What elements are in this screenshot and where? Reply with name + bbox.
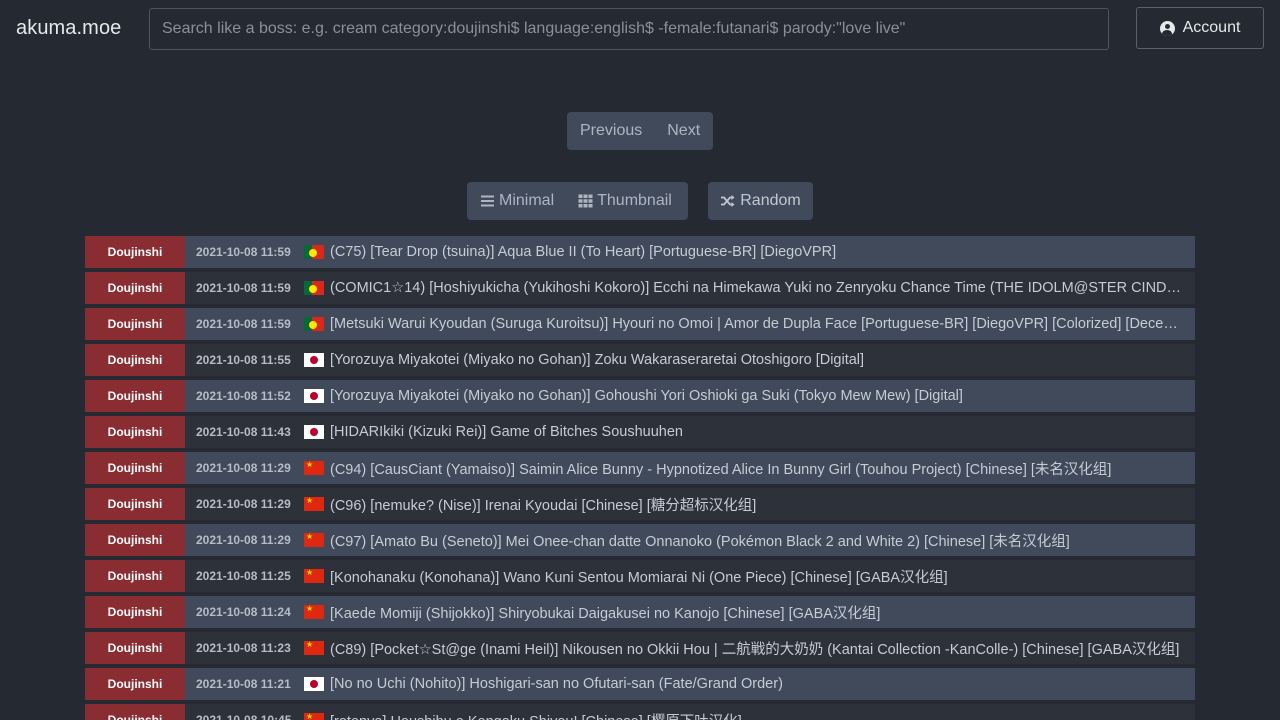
grid-icon [578,194,593,208]
thumbnail-view-label: Thumbnail [597,192,672,209]
portugal-flag-icon [304,281,324,295]
category-badge[interactable]: Doujinshi [85,632,185,664]
gallery-title-link[interactable]: [Yorozuya Miyakotei (Miyako no Gohan)] Z… [330,352,1195,368]
upload-date: 2021-10-08 11:55 [196,353,291,367]
upload-date: 2021-10-08 11:23 [196,641,291,655]
upload-date: 2021-10-08 11:59 [196,317,291,331]
gallery-title-link[interactable]: (C75) [Tear Drop (tsuina)] Aqua Blue II … [330,244,1195,260]
category-badge[interactable]: Doujinshi [85,416,185,448]
category-badge[interactable]: Doujinshi [85,596,185,628]
gallery-row[interactable]: Doujinshi 2021-10-08 11:29 (C94) [CausCian… [85,452,1195,484]
portugal-flag-icon [304,245,324,259]
upload-date: 2021-10-08 10:45 [196,713,292,720]
gallery-title-link[interactable]: [Yorozuya Miyakotei (Miyako no Gohan)] G… [330,388,1195,404]
upload-date: 2021-10-08 11:59 [196,245,291,259]
upload-date: 2021-10-08 11:21 [196,677,291,691]
gallery-row[interactable]: Doujinshi 2021-10-08 11:59 (C75) [Tear Dro… [85,236,1195,268]
category-badge[interactable]: Doujinshi [85,344,185,376]
upload-date: 2021-10-08 11:29 [196,533,291,547]
gallery-row[interactable]: Doujinshi 2021-10-08 11:59 (COMIC1☆14) [Ho… [85,272,1195,304]
gallery-title-link[interactable]: (COMIC1☆14) [Hoshiyukicha (Yukihoshi Kok… [330,280,1195,296]
category-badge[interactable]: Doujinshi [85,452,185,484]
gallery-title-link[interactable]: [HIDARIkiki (Kizuki Rei)] Game of Bitche… [330,424,1195,440]
upload-date: 2021-10-08 11:24 [196,605,291,619]
site-logo[interactable]: akuma.moe [16,17,121,40]
upload-date: 2021-10-08 11:29 [196,461,291,475]
category-badge[interactable]: Doujinshi [85,308,185,340]
china-flag-icon [304,641,324,655]
china-flag-icon [304,713,324,720]
china-flag-icon [304,533,324,547]
gallery-row[interactable]: Doujinshi 2021-10-08 11:52 [Yorozuya Miyak… [85,380,1195,412]
upload-date: 2021-10-08 11:29 [196,497,291,511]
account-button[interactable]: Account [1136,7,1264,49]
pagination: Previous Next [567,112,713,150]
gallery-title-link[interactable]: [Metsuki Warui Kyoudan (Suruga Kuroitsu)… [330,316,1195,332]
gallery-title-link[interactable]: (C96) [nemuke? (Nise)] Irenai Kyoudai [C… [330,494,1195,515]
gallery-title-link[interactable]: [Konohanaku (Konohana)] Wano Kuni Sentou… [330,566,1195,587]
category-badge[interactable]: Doujinshi [85,668,185,700]
upload-date: 2021-10-08 11:59 [196,281,291,295]
previous-button[interactable]: Previous [567,112,655,150]
user-circle-icon [1159,20,1175,36]
gallery-title-link[interactable]: (C97) [Amato Bu (Seneto)] Mei Onee-chan … [330,530,1195,551]
gallery-list: Doujinshi 2021-10-08 11:59 (C75) [Tear Dro… [85,236,1195,720]
china-flag-icon [304,569,324,583]
portugal-flag-icon [304,317,324,331]
thumbnail-view-button[interactable]: Thumbnail [566,182,684,220]
gallery-row[interactable]: Doujinshi 2021-10-08 11:29 (C96) [nemuke? … [85,488,1195,520]
shuffle-icon [721,195,735,207]
japan-flag-icon [304,425,324,439]
minimal-view-label: Minimal [499,192,555,209]
search-input[interactable] [149,8,1109,50]
china-flag-icon [304,461,324,475]
gallery-title-link[interactable]: [rotenya] Houshibu e Kengaku Shiyou! [Ch… [330,710,1195,720]
upload-date: 2021-10-08 11:43 [196,425,291,439]
category-badge[interactable]: Doujinshi [85,704,185,720]
upload-date: 2021-10-08 11:25 [196,569,291,583]
gallery-row[interactable]: Doujinshi 2021-10-08 11:21 [No no Uchi (No… [85,668,1195,700]
gallery-title-link[interactable]: (C94) [CausCiant (Yamaiso)] Saimin Alice… [330,458,1195,479]
random-button[interactable]: Random [708,182,813,220]
china-flag-icon [304,605,324,619]
china-flag-icon [304,497,324,511]
gallery-title-link[interactable]: (C89) [Pocket☆St@ge (Inami Heil)] Nikous… [330,638,1195,659]
gallery-title-link[interactable]: [Kaede Momiji (Shijokko)] Shiryobukai Da… [330,602,1195,623]
gallery-row[interactable]: Doujinshi 2021-10-08 11:55 [Yorozuya Miyak… [85,344,1195,376]
category-badge[interactable]: Doujinshi [85,488,185,520]
top-bar: akuma.moe Account [0,0,1280,60]
category-badge[interactable]: Doujinshi [85,560,185,592]
japan-flag-icon [304,389,324,403]
gallery-row[interactable]: Doujinshi 2021-10-08 11:24 [Kaede Momiji (… [85,596,1195,628]
category-badge[interactable]: Doujinshi [85,524,185,556]
account-button-label: Account [1182,19,1241,36]
upload-date: 2021-10-08 11:52 [196,389,291,403]
category-badge[interactable]: Doujinshi [85,272,185,304]
gallery-row[interactable]: Doujinshi 2021-10-08 11:59 [Metsuki Warui … [85,308,1195,340]
view-mode-group: Minimal Thumbnail [467,182,688,220]
gallery-row[interactable]: Doujinshi 2021-10-08 11:29 (C97) [Amato Bu… [85,524,1195,556]
gallery-row[interactable]: Doujinshi 2021-10-08 10:45 [rotenya] Housh… [85,704,1195,720]
category-badge[interactable]: Doujinshi [85,380,185,412]
japan-flag-icon [304,353,324,367]
gallery-row[interactable]: Doujinshi 2021-10-08 11:25 [Konohanaku (Ko… [85,560,1195,592]
category-badge[interactable]: Doujinshi [85,236,185,268]
gallery-row[interactable]: Doujinshi 2021-10-08 11:43 [HIDARIkiki (Ki… [85,416,1195,448]
next-button[interactable]: Next [655,112,712,150]
minimal-view-button[interactable]: Minimal [467,182,566,220]
list-icon [481,195,494,207]
gallery-row[interactable]: Doujinshi 2021-10-08 11:23 (C89) [Pocket☆S… [85,632,1195,664]
gallery-title-link[interactable]: [No no Uchi (Nohito)] Hoshigari-san no O… [330,676,1195,692]
japan-flag-icon [304,677,324,691]
random-label: Random [740,192,801,209]
